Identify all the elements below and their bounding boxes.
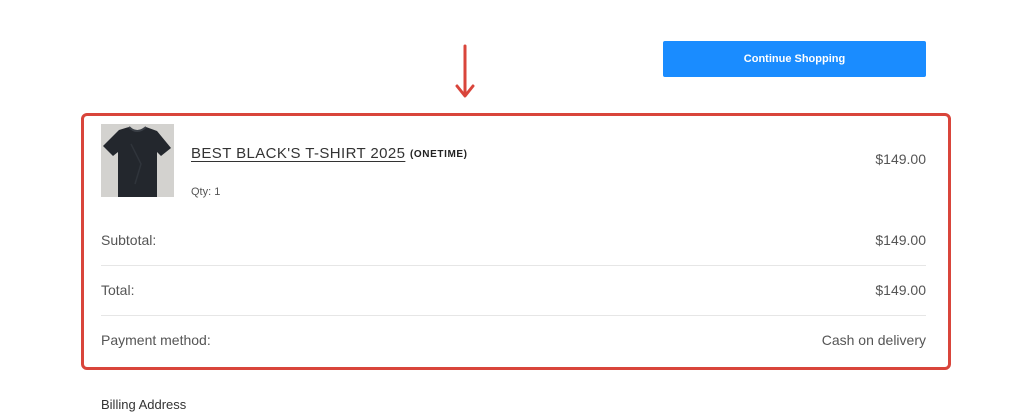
subtotal-label: Subtotal: — [101, 232, 157, 248]
arrow-down-icon — [455, 44, 475, 98]
tshirt-image — [101, 124, 174, 197]
product-price: $149.00 — [875, 151, 926, 167]
subtotal-value: $149.00 — [875, 232, 926, 248]
product-thumbnail[interactable] — [101, 124, 174, 197]
billing-address-heading: Billing Address — [101, 397, 187, 412]
divider — [101, 265, 926, 266]
product-tag: (ONETIME) — [410, 149, 468, 160]
total-value: $149.00 — [875, 282, 926, 298]
continue-shopping-button[interactable]: Continue Shopping — [663, 41, 926, 77]
order-confirmation-page: Continue Shopping BEST BLACK'S T-SHIRT 2… — [0, 0, 1024, 418]
payment-method-value: Cash on delivery — [821, 332, 926, 348]
product-title-link[interactable]: BEST BLACK'S T-SHIRT 2025 — [191, 145, 405, 162]
product-quantity: Qty: 1 — [191, 186, 221, 198]
divider — [101, 315, 926, 316]
payment-method-label: Payment method: — [101, 332, 211, 348]
total-label: Total: — [101, 282, 135, 298]
